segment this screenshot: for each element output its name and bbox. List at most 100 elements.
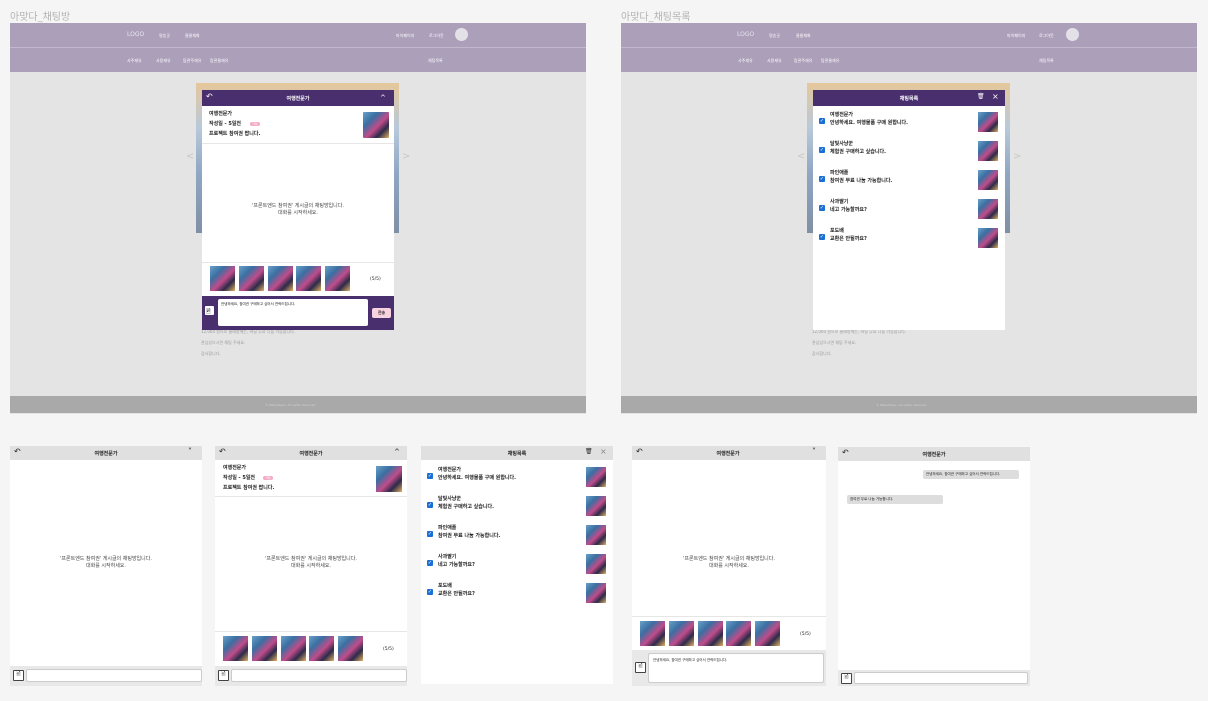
chat-list-thumbnail bbox=[978, 141, 998, 161]
checkbox[interactable]: ✓ bbox=[427, 589, 433, 595]
close-icon[interactable]: × bbox=[992, 92, 999, 101]
checkbox[interactable]: ✓ bbox=[427, 560, 433, 566]
post-title[interactable]: 프로젝트 참여권 팝니다. bbox=[223, 485, 274, 492]
logo[interactable]: LOGO bbox=[127, 31, 144, 38]
attached-image[interactable] bbox=[640, 621, 665, 646]
chat-mobile-collapsed: ↶ 여행전문가 ˅ '프론트엔드 참여권' 게시글의 채팅방입니다. 대화를 시… bbox=[10, 446, 202, 686]
chat-header: ↶ 여행전문가 bbox=[838, 447, 1030, 461]
collapse-icon[interactable]: ^ bbox=[380, 94, 386, 102]
sub-nav-1[interactable]: 사주재유 bbox=[127, 58, 142, 64]
checkbox[interactable]: ✓ bbox=[819, 118, 825, 124]
avatar[interactable] bbox=[455, 28, 468, 41]
footer: © MatjoSteps. All rights reserved. bbox=[621, 396, 1197, 413]
sub-nav-4[interactable]: 탐관물재유 bbox=[210, 58, 228, 64]
sub-nav-1[interactable]: 사주재유 bbox=[738, 58, 753, 64]
trash-icon[interactable]: 🗑 bbox=[977, 93, 985, 100]
image-icon[interactable]: 🖻 bbox=[635, 662, 646, 673]
post-title[interactable]: 프로젝트 참여권 팝니다. bbox=[209, 131, 260, 138]
attached-image[interactable] bbox=[669, 621, 694, 646]
message-input[interactable] bbox=[854, 672, 1028, 684]
image-icon[interactable]: 🖻 bbox=[205, 306, 214, 315]
attached-image[interactable] bbox=[281, 636, 306, 661]
chat-list-item[interactable]: ✓ 포도배 교환은 안될까요? bbox=[421, 581, 613, 605]
sub-nav-chatlist[interactable]: 채팅목록 bbox=[428, 58, 443, 64]
sub-nav-chatlist[interactable]: 채팅목록 bbox=[1039, 58, 1054, 64]
next-arrow-icon[interactable]: > bbox=[1013, 151, 1021, 162]
prev-arrow-icon[interactable]: < bbox=[797, 151, 805, 162]
chat-list-item[interactable]: ✓ 달빛사냥꾼 체험권 구매하고 싶습니다. bbox=[813, 139, 1005, 163]
chat-list-item[interactable]: ✓ 파인애플 참여권 무료 나눔 가능합니다. bbox=[813, 168, 1005, 192]
nav-item-1[interactable]: 명승곳 bbox=[769, 33, 780, 39]
attached-image[interactable] bbox=[698, 621, 723, 646]
empty-line-2: 대화를 시작하세요. bbox=[709, 563, 749, 569]
sub-nav-2[interactable]: 사용재유 bbox=[156, 58, 171, 64]
chat-list-item[interactable]: ✓ 파인애플 참여권 무료 나눔 가능합니다. bbox=[421, 523, 613, 547]
expand-icon[interactable]: ˅ bbox=[812, 447, 816, 456]
back-icon[interactable]: ↶ bbox=[206, 92, 213, 101]
footer-text: © MatjoSteps. All rights reserved. bbox=[265, 403, 316, 407]
status-badge: 거래 bbox=[263, 476, 273, 480]
nav-mypage[interactable]: 마이페이지 bbox=[1007, 33, 1025, 39]
chat-list-name: 사과딸기 bbox=[438, 554, 457, 560]
nav-item-1[interactable]: 명승곳 bbox=[159, 33, 170, 39]
sub-nav-3[interactable]: 탐관주재유 bbox=[183, 58, 201, 64]
chat-list-item[interactable]: ✓ 여행전문가 안녕하세요. 여행물품 구매 원합니다. bbox=[421, 465, 613, 489]
attached-image[interactable] bbox=[726, 621, 751, 646]
image-icon[interactable]: 🖻 bbox=[841, 673, 852, 684]
checkbox[interactable]: ✓ bbox=[427, 473, 433, 479]
back-icon[interactable]: ↶ bbox=[219, 447, 226, 456]
sub-nav-4[interactable]: 탐관물재유 bbox=[821, 58, 839, 64]
message-input[interactable]: 안녕하세요, 참여권 구매하고 싶어서 연락드립니다. bbox=[648, 653, 824, 683]
checkbox[interactable]: ✓ bbox=[819, 176, 825, 182]
nav-item-2[interactable]: 물물재화 bbox=[185, 33, 200, 39]
logo[interactable]: LOGO bbox=[737, 31, 754, 38]
send-button[interactable]: 전송 bbox=[372, 308, 391, 318]
message-input[interactable]: 안녕하세요, 참여권 구매하고 싶어서 연락드립니다. bbox=[218, 299, 368, 326]
back-icon[interactable]: ↶ bbox=[14, 447, 21, 456]
checkbox[interactable]: ✓ bbox=[819, 205, 825, 211]
chatlist-header: 채팅목록 🗑 × bbox=[421, 446, 613, 460]
checkbox[interactable]: ✓ bbox=[427, 531, 433, 537]
chat-list-item[interactable]: ✓ 달빛사냥꾼 체험권 구매하고 싶습니다. bbox=[421, 494, 613, 518]
chat-title: 여행전문가 bbox=[286, 96, 310, 102]
desc-line-3: 감사합니다. bbox=[812, 351, 832, 356]
image-icon[interactable]: 🖻 bbox=[13, 670, 24, 681]
image-icon[interactable]: 🖻 bbox=[218, 670, 229, 681]
attached-image[interactable] bbox=[325, 266, 350, 291]
trash-icon[interactable]: 🗑 bbox=[585, 448, 593, 455]
attached-image[interactable] bbox=[239, 266, 264, 291]
chat-list-item[interactable]: ✓ 사과딸기 네고 가능할까요? bbox=[421, 552, 613, 576]
back-icon[interactable]: ↶ bbox=[636, 447, 643, 456]
collapse-icon[interactable]: ^ bbox=[394, 448, 400, 456]
avatar[interactable] bbox=[1066, 28, 1079, 41]
checkbox[interactable]: ✓ bbox=[427, 502, 433, 508]
chat-list-item[interactable]: ✓ 사과딸기 네고 가능할까요? bbox=[813, 197, 1005, 221]
message-input[interactable] bbox=[26, 669, 202, 682]
checkbox[interactable]: ✓ bbox=[819, 234, 825, 240]
checkbox[interactable]: ✓ bbox=[819, 147, 825, 153]
sub-nav-3[interactable]: 탐관주재유 bbox=[794, 58, 812, 64]
next-arrow-icon[interactable]: > bbox=[402, 151, 410, 162]
nav-mypage[interactable]: 마이페이지 bbox=[396, 33, 414, 39]
nav-logout[interactable]: 로그아웃 bbox=[429, 33, 444, 39]
chat-input-bar: 🖻 bbox=[838, 670, 1030, 686]
empty-line-1: '프론트엔드 참여권' 게시글의 채팅방입니다. bbox=[252, 203, 344, 209]
sub-nav-2[interactable]: 사용재유 bbox=[767, 58, 782, 64]
message-input[interactable] bbox=[231, 669, 407, 682]
nav-item-2[interactable]: 물물재화 bbox=[796, 33, 811, 39]
attached-image[interactable] bbox=[223, 636, 248, 661]
expand-icon[interactable]: ˅ bbox=[188, 447, 192, 456]
prev-arrow-icon[interactable]: < bbox=[186, 151, 194, 162]
back-icon[interactable]: ↶ bbox=[842, 448, 849, 457]
close-icon[interactable]: × bbox=[600, 447, 607, 456]
attached-image[interactable] bbox=[755, 621, 780, 646]
attached-image[interactable] bbox=[338, 636, 363, 661]
attached-image[interactable] bbox=[268, 266, 293, 291]
chat-list-item[interactable]: ✓ 포도배 교환은 안될까요? bbox=[813, 226, 1005, 250]
attached-image[interactable] bbox=[309, 636, 334, 661]
nav-logout[interactable]: 로그아웃 bbox=[1039, 33, 1054, 39]
attached-image[interactable] bbox=[210, 266, 235, 291]
attached-image[interactable] bbox=[296, 266, 321, 291]
attached-image[interactable] bbox=[252, 636, 277, 661]
chat-list-item[interactable]: ✓ 여행전문가 안녕하세요. 여행물품 구매 원합니다. bbox=[813, 110, 1005, 134]
